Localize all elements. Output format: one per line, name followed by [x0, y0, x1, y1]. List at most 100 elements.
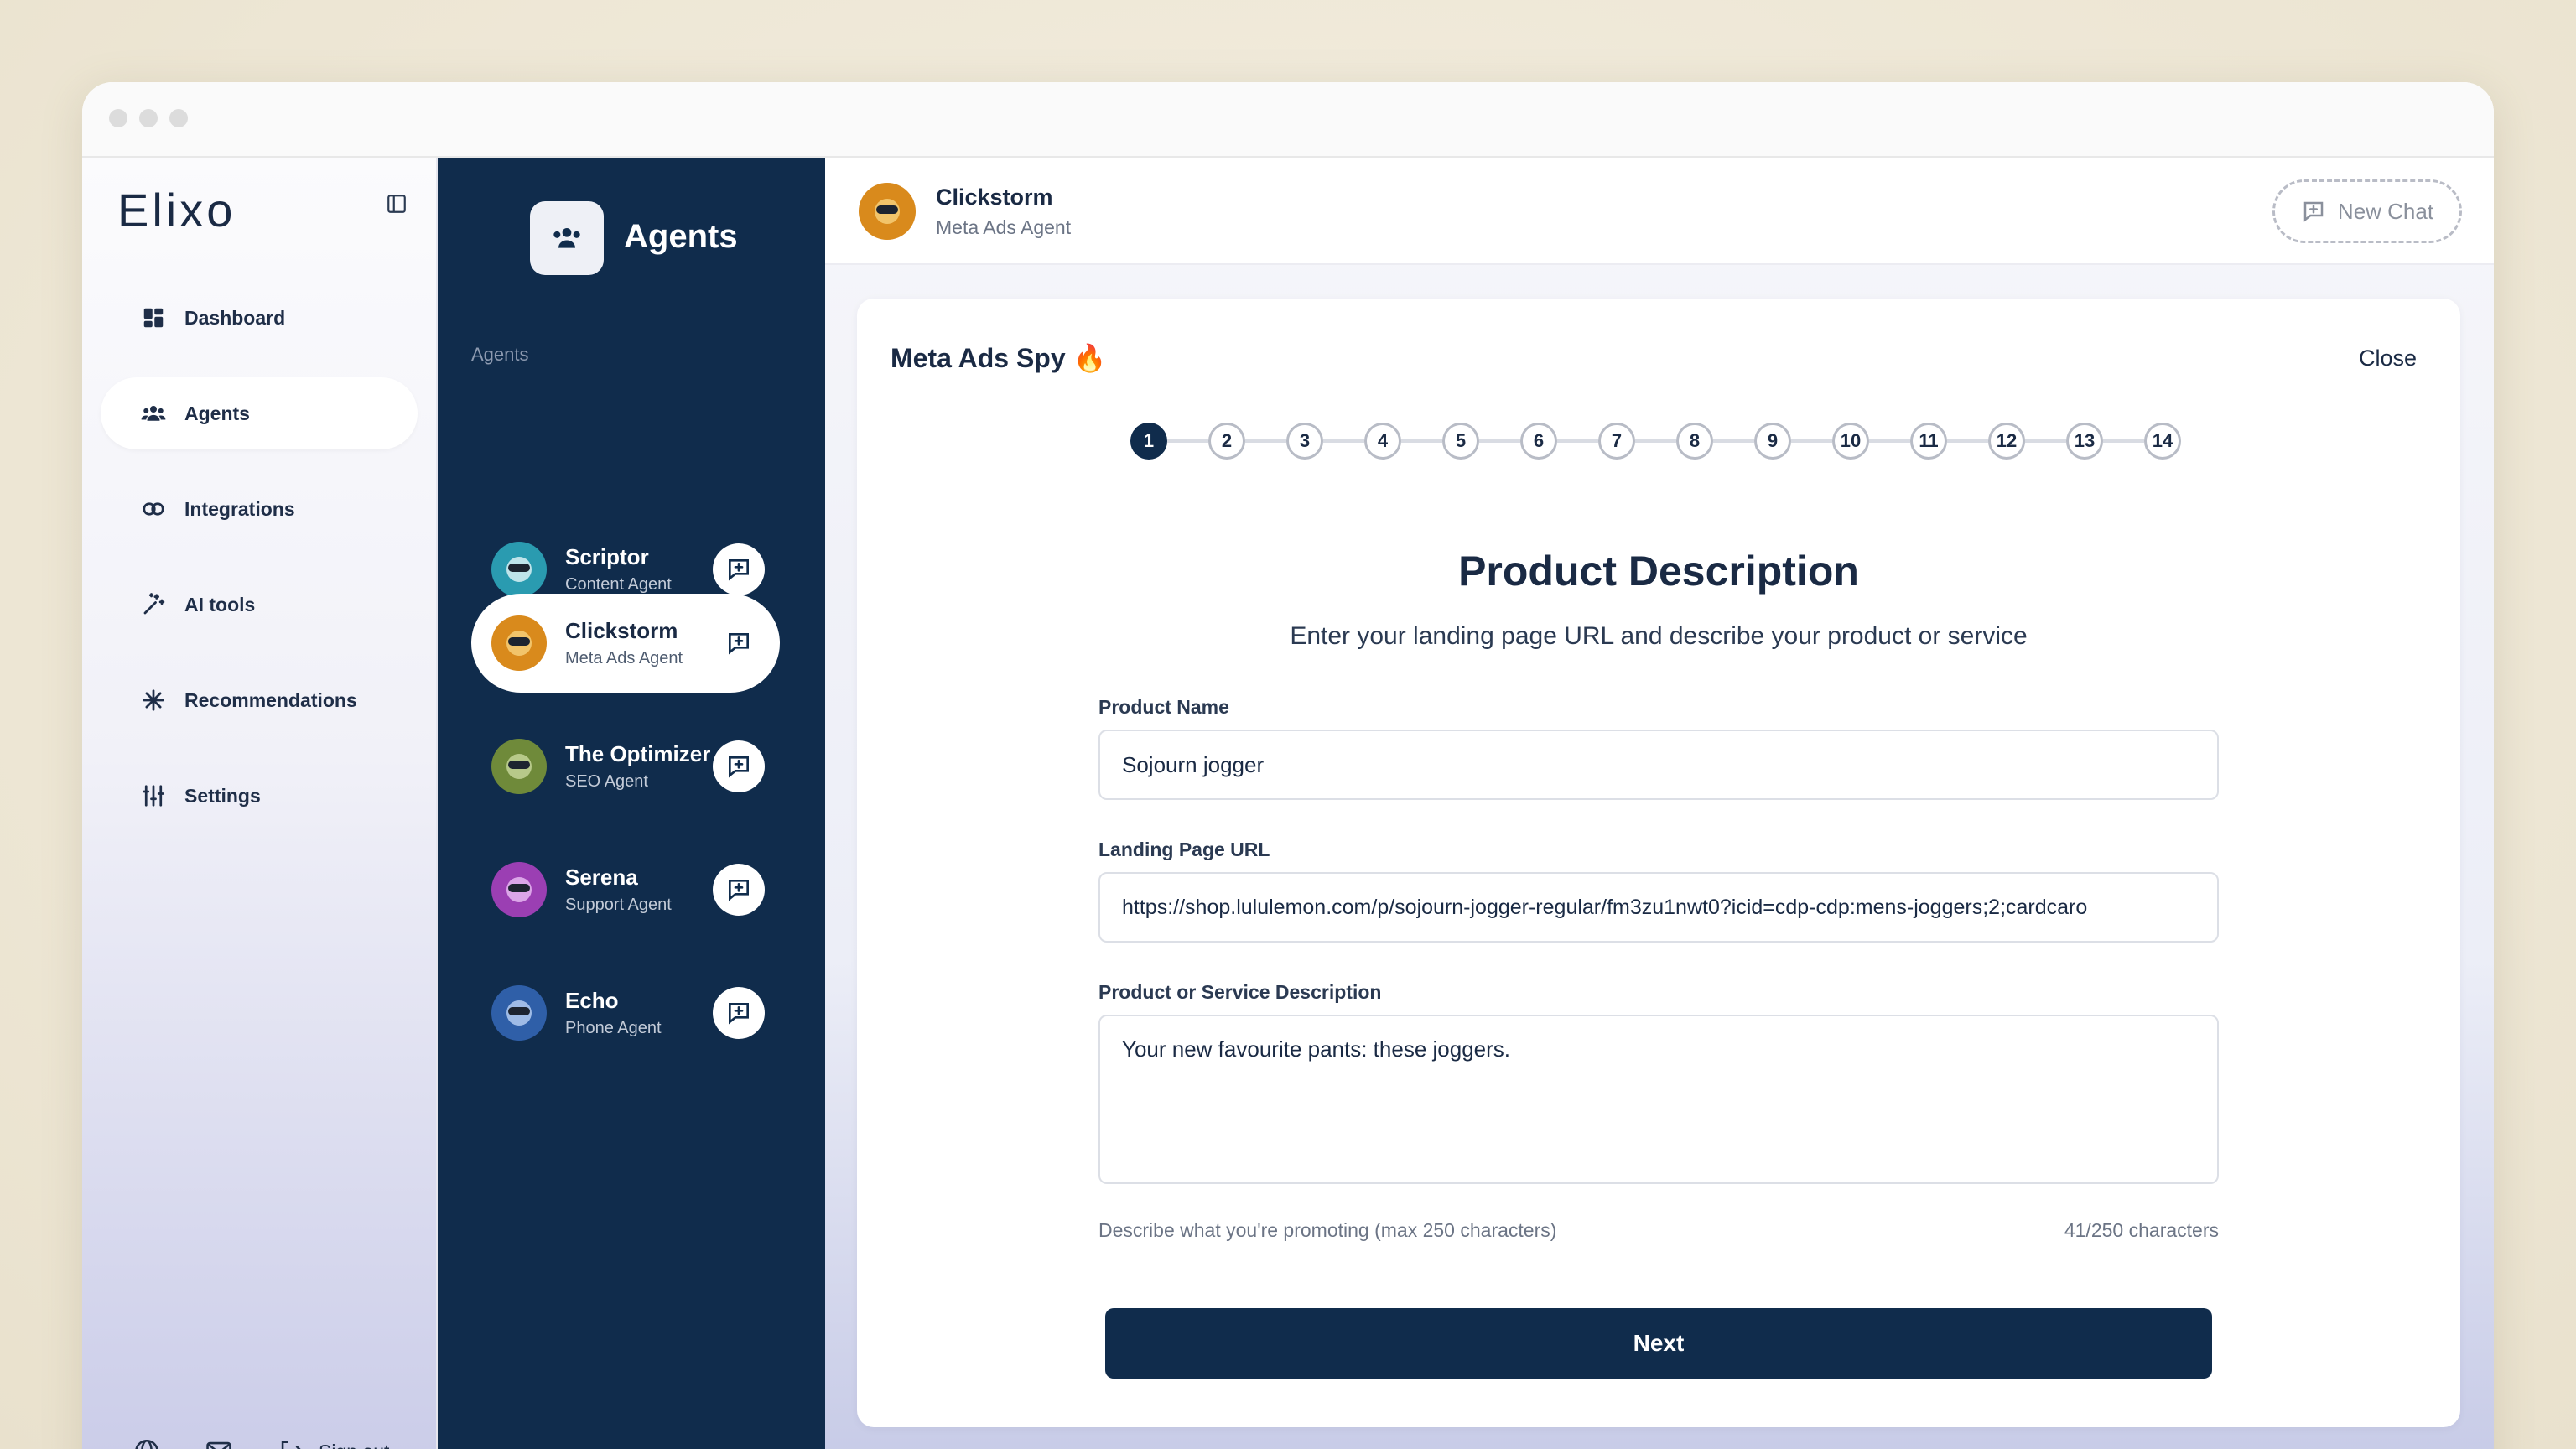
landing-url-input[interactable]: https://shop.lululemon.com/p/sojourn-jog…	[1098, 872, 2219, 943]
step-connector	[1868, 439, 1911, 443]
chat-plus-icon	[729, 880, 749, 901]
avatar	[491, 985, 547, 1041]
agents-panel: Agents Agents Scriptor Content Agent Cli…	[438, 158, 825, 1449]
avatar	[491, 739, 547, 794]
step-connector	[2024, 439, 2067, 443]
ai-tools-icon	[143, 593, 165, 615]
agent-role: Support Agent	[565, 896, 672, 914]
step-connector	[1790, 439, 1833, 443]
sidebar-item-ai-tools[interactable]: AI tools	[101, 569, 418, 641]
section-subtitle: Enter your landing page URL and describe…	[1290, 622, 2028, 650]
chat-plus-icon	[729, 1003, 749, 1025]
new-chat-with-agent-button[interactable]	[713, 864, 765, 916]
window-titlebar	[82, 82, 2494, 158]
character-counter: 41/250 characters	[2064, 1219, 2219, 1241]
chat-header: Clickstorm Meta Ads Agent New Chat	[825, 158, 2494, 265]
agent-name: Clickstorm	[565, 618, 678, 643]
step-8[interactable]: 8	[1676, 423, 1713, 460]
brand-logo: Elixo	[117, 184, 236, 236]
close-button[interactable]: Close	[2359, 345, 2417, 371]
step-2[interactable]: 2	[1208, 423, 1245, 460]
agent-item-echo[interactable]: Echo Phone Agent	[471, 963, 780, 1062]
main-content: Clickstorm Meta Ads Agent New Chat Meta …	[825, 158, 2494, 1449]
description-hint: Describe what you're promoting (max 250 …	[1098, 1219, 1557, 1241]
mail-icon[interactable]	[205, 1437, 233, 1449]
agent-role: SEO Agent	[565, 772, 648, 791]
step-14[interactable]: 14	[2144, 423, 2181, 460]
agent-item-clickstorm[interactable]: Clickstorm Meta Ads Agent	[471, 594, 780, 693]
step-9[interactable]: 9	[1754, 423, 1791, 460]
agents-icon	[141, 406, 166, 421]
new-chat-with-agent-button[interactable]	[713, 987, 765, 1039]
sign-out-button[interactable]: Sign out	[277, 1437, 389, 1449]
new-chat-with-agent-button[interactable]	[713, 740, 765, 792]
sidebar-item-label: Integrations	[184, 497, 295, 520]
product-name-input[interactable]: Sojourn jogger	[1098, 730, 2219, 800]
step-connector	[1244, 439, 1287, 443]
window-maximize-dot[interactable]	[169, 109, 188, 127]
sidebar-collapse-icon[interactable]	[386, 193, 408, 215]
dashboard-icon	[143, 308, 164, 328]
new-chat-with-agent-button[interactable]	[713, 617, 765, 669]
step-11[interactable]: 11	[1910, 423, 1947, 460]
agent-name: Echo	[565, 988, 619, 1013]
sidebar-item-settings[interactable]: Settings	[101, 760, 418, 832]
description-label: Product or Service Description	[1098, 981, 1382, 1003]
next-button[interactable]: Next	[1105, 1308, 2212, 1379]
step-10[interactable]: 10	[1832, 423, 1869, 460]
avatar	[491, 542, 547, 597]
step-4[interactable]: 4	[1364, 423, 1401, 460]
step-7[interactable]: 7	[1598, 423, 1635, 460]
step-connector	[1946, 439, 1989, 443]
step-connector	[2102, 439, 2145, 443]
agent-role: Content Agent	[565, 575, 672, 594]
agent-name: Scriptor	[565, 544, 649, 569]
sidebar-footer: Sign out	[132, 1437, 389, 1449]
step-connector	[1400, 439, 1443, 443]
step-5[interactable]: 5	[1442, 423, 1479, 460]
sidebar-item-label: AI tools	[184, 593, 256, 615]
app-window: Elixo Dashboard Agents Integrations AI t…	[82, 82, 2494, 1449]
agent-item-serena[interactable]: Serena Support Agent	[471, 840, 780, 939]
window-close-dot[interactable]	[109, 109, 127, 127]
step-connector	[1634, 439, 1677, 443]
chat-plus-icon	[729, 559, 749, 581]
step-connector	[1556, 439, 1599, 443]
chat-plus-icon	[729, 633, 749, 655]
agents-header-icon	[530, 201, 604, 275]
step-12[interactable]: 12	[1988, 423, 2025, 460]
agent-item-the-optimizer[interactable]: The Optimizer SEO Agent	[471, 717, 780, 816]
sidebar-item-integrations[interactable]: Integrations	[101, 473, 418, 545]
step-3[interactable]: 3	[1286, 423, 1323, 460]
new-chat-label: New Chat	[2337, 198, 2434, 224]
sign-out-icon	[281, 1441, 301, 1449]
new-chat-button[interactable]: New Chat	[2272, 179, 2462, 243]
active-agent-name: Clickstorm	[936, 184, 1053, 210]
sidebar-item-label: Recommendations	[184, 688, 357, 711]
avatar	[491, 615, 547, 671]
sidebar-item-dashboard[interactable]: Dashboard	[101, 282, 418, 354]
product-name-label: Product Name	[1098, 696, 1229, 718]
globe-icon[interactable]	[132, 1437, 161, 1449]
agents-section-label: Agents	[471, 344, 529, 365]
step-13[interactable]: 13	[2066, 423, 2103, 460]
step-6[interactable]: 6	[1520, 423, 1557, 460]
step-connector	[1322, 439, 1365, 443]
window-minimize-dot[interactable]	[139, 109, 158, 127]
recommendations-icon	[143, 689, 164, 711]
main-sidebar: Elixo Dashboard Agents Integrations AI t…	[82, 158, 438, 1449]
chat-plus-icon	[729, 756, 749, 778]
avatar	[491, 862, 547, 917]
integrations-icon	[143, 502, 164, 516]
sidebar-item-agents[interactable]: Agents	[101, 377, 418, 449]
agent-name: The Optimizer	[565, 741, 711, 766]
active-agent-role: Meta Ads Agent	[936, 216, 1072, 238]
chat-plus-icon	[2303, 201, 2324, 222]
new-chat-with-agent-button[interactable]	[713, 543, 765, 595]
step-connector	[1478, 439, 1521, 443]
avatar	[859, 183, 916, 240]
step-1[interactable]: 1	[1130, 423, 1167, 460]
sidebar-item-recommendations[interactable]: Recommendations	[101, 664, 418, 736]
description-textarea[interactable]: Your new favourite pants: these joggers.	[1098, 1015, 2219, 1184]
landing-url-label: Landing Page URL	[1098, 839, 1270, 860]
